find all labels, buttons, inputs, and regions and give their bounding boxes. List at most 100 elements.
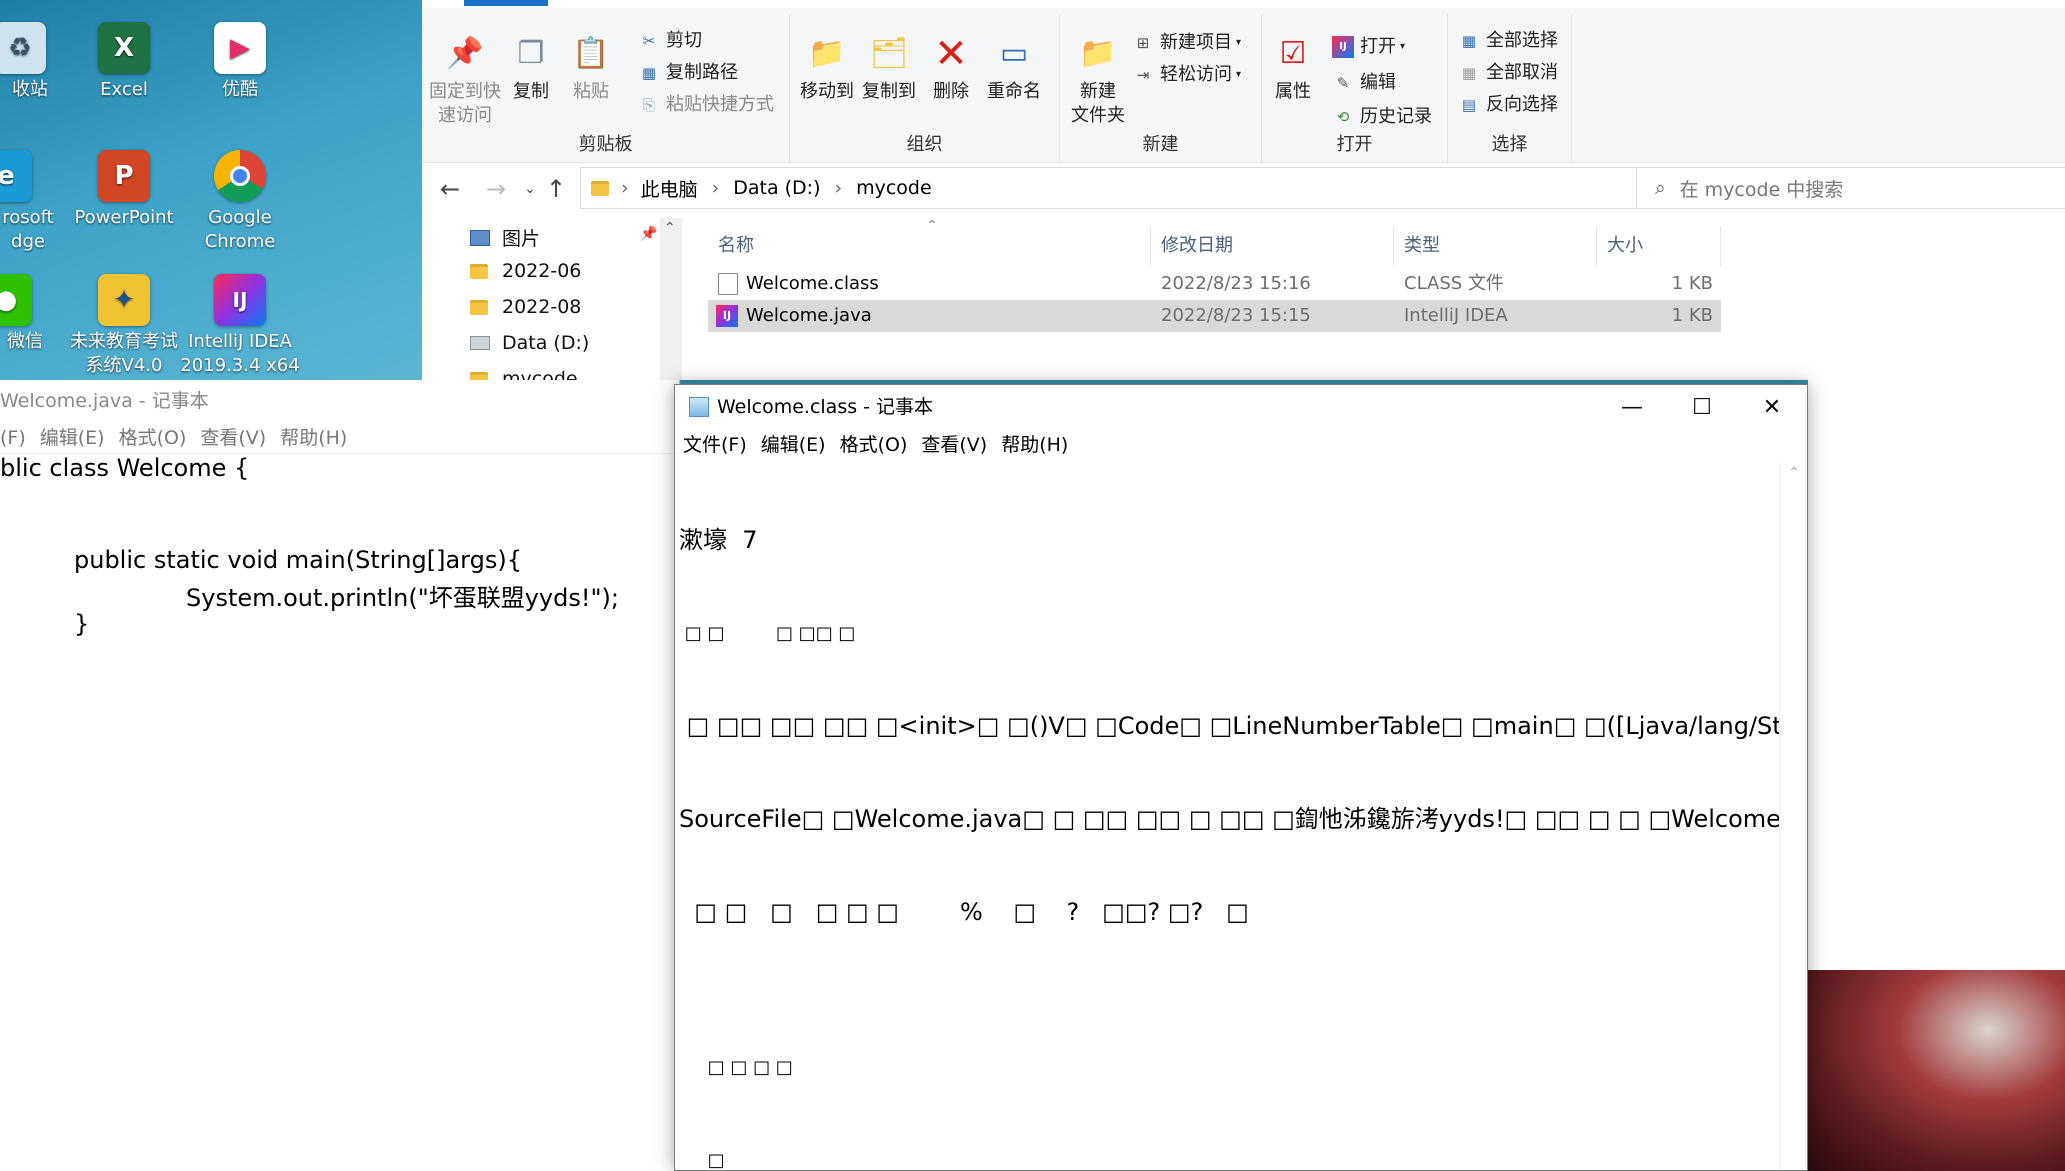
column-header-name[interactable]: 名称 [708,226,1151,266]
nav-item-2022-08[interactable]: 2022-08 [470,296,581,318]
new-item-button[interactable]: ⊞ 新建项目 ▾ [1132,28,1241,58]
menu-edit[interactable]: 编辑(E) [761,429,826,461]
up-button[interactable]: ↑ [540,173,572,205]
text-line: 漱壕 7 [679,526,758,554]
file-size: 1 KB [1671,273,1713,294]
paste-button[interactable]: 📋 粘贴 [566,28,616,104]
breadcrumb-mycode[interactable]: mycode [856,177,932,199]
ribbon-group-label: 打开 [1336,134,1373,155]
copy-button[interactable]: ❐ 复制 [506,28,556,104]
code-line: blic class Welcome { [0,454,250,482]
nav-pane-scrollbar[interactable]: ⌃ [660,218,682,380]
menu-file[interactable]: 文件(F) [683,429,747,461]
edit-button[interactable]: ✎ 编辑 [1332,68,1396,98]
file-row[interactable]: Welcome.class 2022/8/23 15:16 CLASS 文件 1… [708,268,1721,300]
easy-access-icon: ⇥ [1136,66,1150,84]
forward-arrow-icon: → [485,175,507,203]
easy-access-button[interactable]: ⇥ 轻松访问 ▾ [1132,60,1241,90]
desktop-icon-powerpoint[interactable]: P PowerPoint [64,150,184,230]
desktop: ♻ 收站 X Excel ▶ 优酷 e rosoft dge P PowerPo… [0,0,425,380]
desktop-icon-intellij[interactable]: IJ IntelliJ IDEA 2019.3.4 x64 [180,274,300,378]
new-folder-button[interactable]: 📁 新建 文件夹 [1068,28,1128,128]
maximize-button[interactable]: ☐ [1667,385,1737,429]
breadcrumb-separator-icon: › [621,177,629,199]
pictures-icon [470,229,490,246]
desktop-icon-chrome[interactable]: Google Chrome [180,150,300,254]
close-icon: ✕ [1762,394,1782,420]
vertical-scrollbar[interactable]: ⌃ [1779,461,1807,1170]
back-button[interactable]: ← [434,173,466,205]
menu-format[interactable]: 格式(O) [840,429,908,461]
edge-icon: e [0,150,32,202]
text-line: □ □□ □□ □□ □<init>□ □()V□ □Code□ □LineNu… [679,712,1781,740]
dropdown-arrow-icon: ▾ [1236,37,1242,48]
history-button[interactable]: ⟲ 历史记录 [1332,102,1432,132]
desktop-icon-label: 收站 [12,79,48,100]
close-button[interactable]: ✕ [1737,385,1807,429]
nav-item-data-drive[interactable]: Data (D:) [470,332,589,354]
invert-selection-button[interactable]: ▤ 反向选择 [1458,90,1558,120]
copy-to-button[interactable]: 🗂 复制到 [860,28,918,104]
text-editor-area[interactable]: 漱壕 7 □ □ □ □□ □ □ □□ □□ □□ □<init>□ □()V… [675,461,1781,1171]
desktop-icon-label: 优酷 [222,79,258,100]
menu-view[interactable]: 查看(V) [921,429,987,461]
edit-pencil-icon: ✎ [1336,74,1350,92]
ribbon-group-open: ☑ 属性 IJ 打开 ▾ ✎ 编辑 ⟲ 历史记录 打开 [1262,14,1448,162]
text-line: □ □ □ □□ □ [679,623,856,644]
intellij-icon: IJ [214,274,266,326]
cut-button[interactable]: ✂ 剪切 [638,26,702,56]
select-none-button[interactable]: ▦ 全部取消 [1458,58,1558,88]
properties-button[interactable]: ☑ 属性 [1268,28,1318,104]
intellij-file-icon: IJ [716,305,738,327]
menu-help[interactable]: 帮助(H) [1001,429,1068,461]
nav-item-pictures[interactable]: 图片 [470,224,540,251]
column-header-modified[interactable]: 修改日期 [1151,226,1394,266]
ribbon-group-new: 📁 新建 文件夹 ⊞ 新建项目 ▾ ⇥ 轻松访问 ▾ 新建 [1060,14,1262,162]
title-bar[interactable]: Welcome.class - 记事本 — ☐ ✕ [675,385,1807,429]
properties-check-icon: ☑ [1279,36,1307,71]
breadcrumb-this-pc[interactable]: 此电脑 [641,175,698,202]
desktop-icon-youku[interactable]: ▶ 优酷 [180,22,300,102]
window-title: Welcome.class - 记事本 [717,396,934,418]
select-all-button[interactable]: ▦ 全部选择 [1458,26,1558,56]
column-header-type[interactable]: 类型 [1394,226,1597,266]
desktop-icon-exam-system[interactable]: ✦ 未来教育考试 系统V4.0 [64,274,184,378]
folder-icon [470,299,488,315]
address-input[interactable]: › 此电脑 › Data (D:) › mycode ⌄ ↻ [580,167,1785,209]
paste-shortcut-button[interactable]: ⎘ 粘贴快捷方式 [638,90,774,120]
desktop-icon-wechat[interactable]: ● 微信 [0,274,60,354]
delete-button[interactable]: ✕ 删除 [926,28,976,104]
select-all-icon: ▦ [1461,32,1477,50]
nav-item-mycode[interactable]: mycode [470,368,578,380]
file-row-selected[interactable]: IJ Welcome.java 2022/8/23 15:15 IntelliJ … [708,300,1721,332]
drive-icon [470,336,490,350]
ribbon: 📌 固定到快 速访问 ❐ 复制 📋 粘贴 ✂ 剪切 ▦ 复制路径 ⎘ 粘贴快捷方… [422,8,2065,163]
pin-quick-access-button[interactable]: 📌 固定到快 速访问 [428,28,502,128]
open-button[interactable]: IJ 打开 ▾ [1332,32,1405,62]
minimize-button[interactable]: — [1597,385,1667,429]
desktop-icon-excel[interactable]: X Excel [64,22,184,102]
copy-path-button[interactable]: ▦ 复制路径 [638,58,738,88]
back-arrow-icon: ← [439,175,461,203]
move-to-button[interactable]: 📁 移动到 [798,28,856,104]
nav-item-2022-06[interactable]: 2022-06 [470,260,581,282]
menu-file[interactable]: (F) [0,422,26,453]
paste-icon: 📋 [572,36,610,71]
menu-format[interactable]: 格式(O) [119,422,187,453]
breadcrumb-data-drive[interactable]: Data (D:) [733,177,820,199]
ribbon-group-organize: 📁 移动到 🗂 复制到 ✕ 删除 ▭ 重命名 组织 [790,14,1060,162]
rename-button[interactable]: ▭ 重命名 [982,28,1046,104]
window-title[interactable]: Welcome.java - 记事本 [0,380,679,422]
menu-view[interactable]: 查看(V) [200,422,266,453]
background-photo [1808,970,2065,1171]
menu-edit[interactable]: 编辑(E) [40,422,105,453]
menu-help[interactable]: 帮助(H) [280,422,347,453]
forward-button[interactable]: → [480,173,512,205]
column-header-size[interactable]: 大小 [1597,226,1721,266]
search-input[interactable]: ⌕ 在 mycode 中搜索 [1636,167,2065,209]
desktop-icon-recycle-bin[interactable]: ♻ 收站 [0,22,60,102]
text-line: □ [679,1150,725,1171]
intellij-small-icon: IJ [1332,36,1354,58]
code-line: System.out.println("坏蛋联盟yyds!"); [186,584,619,612]
desktop-icon-edge[interactable]: e rosoft dge [0,150,60,254]
